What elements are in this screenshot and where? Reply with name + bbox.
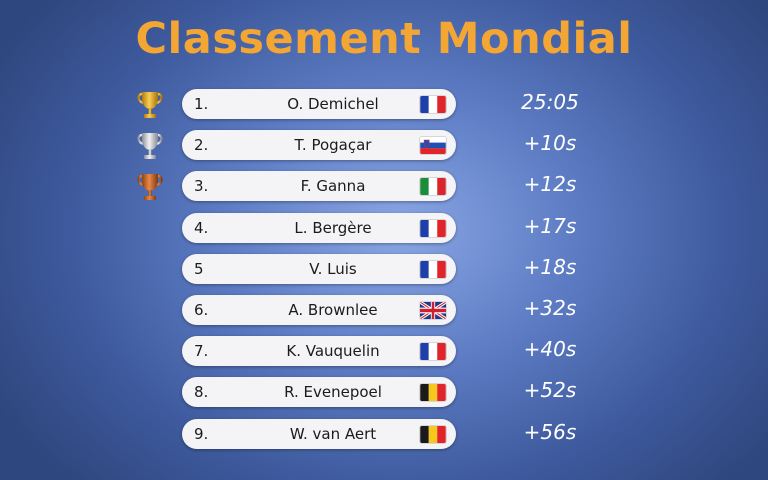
rank-number: 5 <box>194 260 204 278</box>
ranking-row: 2. T. Pogaçar +10s <box>0 129 768 161</box>
belgium-flag-icon <box>420 426 446 443</box>
slovenia-flag-icon <box>420 137 446 154</box>
france-flag-icon <box>420 220 446 237</box>
rank-number: 2. <box>194 136 209 154</box>
ranking-row: 5 V. Luis +18s <box>0 253 768 285</box>
rank-number: 4. <box>194 219 209 237</box>
finish-time: 25:05 <box>521 90 579 114</box>
ranking-row: 6. A. Brownlee +32s <box>0 294 768 326</box>
rider-name: T. Pogaçar <box>294 136 372 154</box>
ranking-row: 7. K. Vauquelin +40s <box>0 335 768 367</box>
finish-time: +17s <box>523 214 577 238</box>
rider-name: A. Brownlee <box>288 301 378 319</box>
rider-name: W. van Aert <box>289 425 377 443</box>
rider-name: K. Vauquelin <box>286 342 380 360</box>
italy-flag-icon <box>420 178 446 195</box>
page-title: Classement Mondial <box>135 14 633 64</box>
ranking-row: 8. R. Evenepoel +52s <box>0 376 768 408</box>
bronze-trophy-icon <box>134 170 166 204</box>
ranking-row: 3. F. Ganna +12s <box>0 170 768 202</box>
finish-time: +10s <box>523 131 577 155</box>
rank-number: 8. <box>194 383 209 401</box>
rider-pill: 3. F. Ganna <box>182 171 456 201</box>
uk-flag-icon <box>420 302 446 319</box>
rank-number: 6. <box>194 301 209 319</box>
rider-name: R. Evenepoel <box>284 383 382 401</box>
finish-time: +12s <box>523 172 577 196</box>
rank-number: 1. <box>194 95 209 113</box>
rider-pill: 5 V. Luis <box>182 254 456 284</box>
rider-pill: 4. L. Bergère <box>182 213 456 243</box>
rider-name: O. Demichel <box>287 95 379 113</box>
rider-name: F. Ganna <box>300 177 366 195</box>
france-flag-icon <box>420 343 446 360</box>
rank-number: 9. <box>194 425 209 443</box>
france-flag-icon <box>420 261 446 278</box>
france-flag-icon <box>420 96 446 113</box>
ranking-row: 1. O. Demichel 25:05 <box>0 88 768 120</box>
rider-pill: 7. K. Vauquelin <box>182 336 456 366</box>
belgium-flag-icon <box>420 384 446 401</box>
rider-pill: 1. O. Demichel <box>182 89 456 119</box>
finish-time: +32s <box>523 296 577 320</box>
silver-trophy-icon <box>134 129 166 163</box>
ranking-row: 4. L. Bergère +17s <box>0 212 768 244</box>
ranking-row: 9. W. van Aert +56s <box>0 418 768 450</box>
gold-trophy-icon <box>134 88 166 122</box>
rider-pill: 2. T. Pogaçar <box>182 130 456 160</box>
rank-number: 3. <box>194 177 209 195</box>
rider-name: V. Luis <box>309 260 357 278</box>
finish-time: +18s <box>523 255 577 279</box>
rider-pill: 8. R. Evenepoel <box>182 377 456 407</box>
rider-pill: 9. W. van Aert <box>182 419 456 449</box>
finish-time: +40s <box>523 337 577 361</box>
rider-name: L. Bergère <box>294 219 372 237</box>
rank-number: 7. <box>194 342 209 360</box>
finish-time: +52s <box>523 378 577 402</box>
finish-time: +56s <box>523 420 577 444</box>
rider-pill: 6. A. Brownlee <box>182 295 456 325</box>
